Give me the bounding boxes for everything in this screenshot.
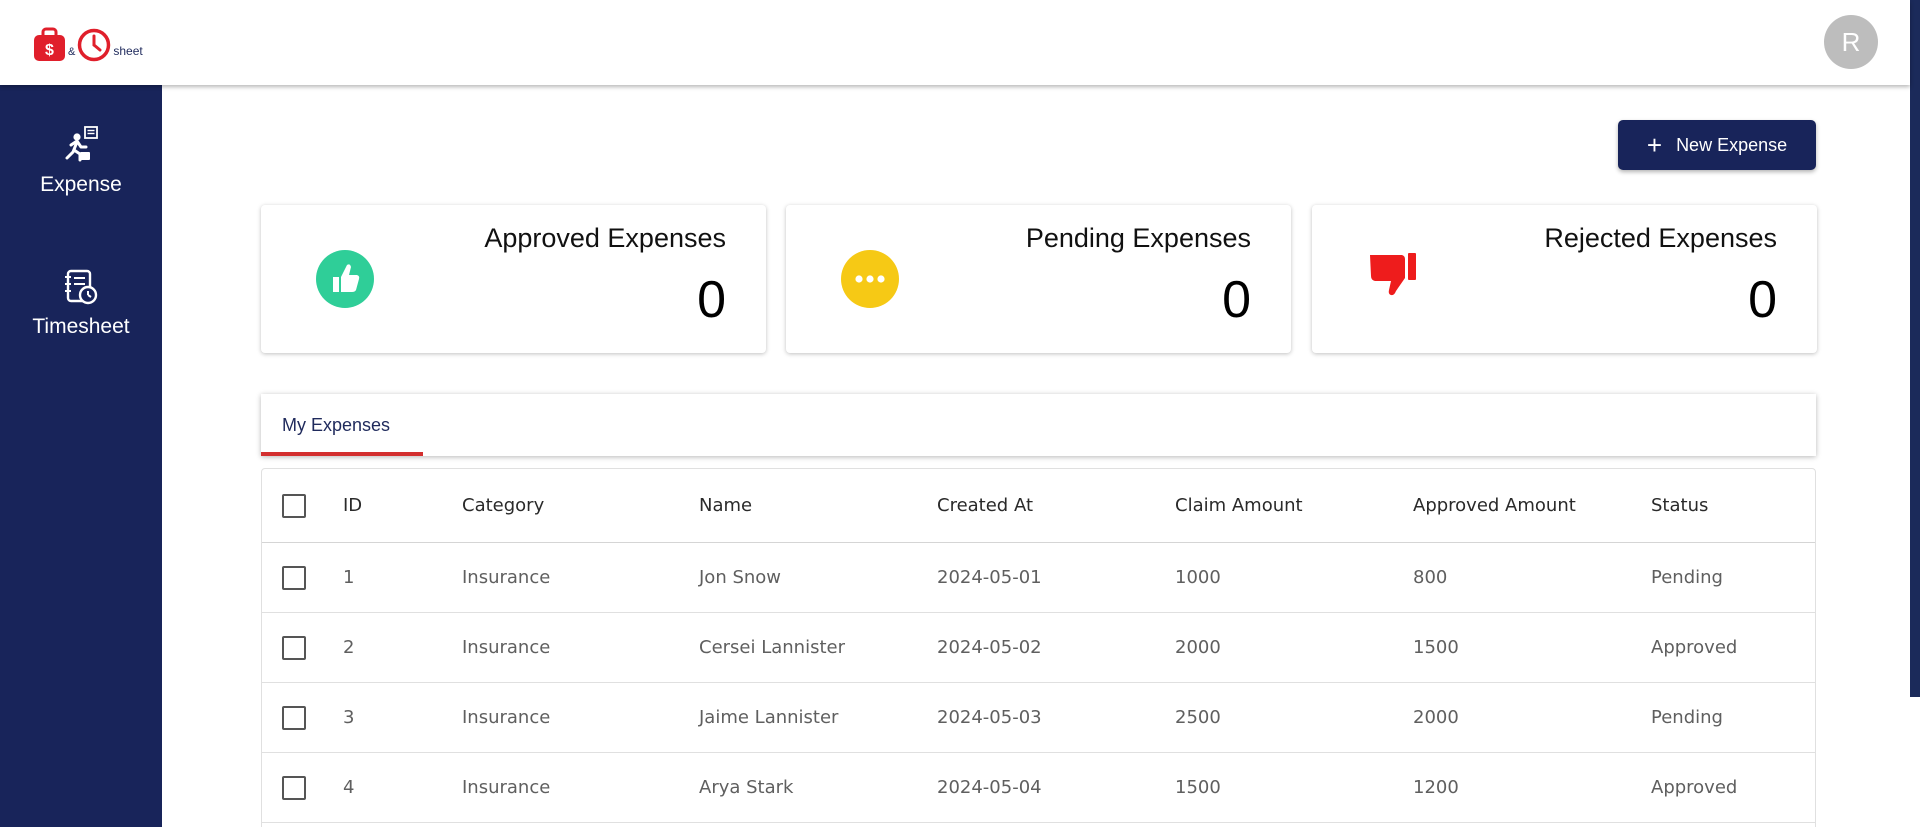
column-header-name[interactable]: Name	[699, 469, 752, 542]
money-bag-icon: $	[34, 27, 65, 61]
cell-claim-amount: 1500	[1175, 777, 1221, 798]
sidebar: Expense Timesheet	[0, 85, 162, 827]
app-header: $ & sheet R	[0, 0, 1910, 85]
pending-count: 0	[1222, 271, 1251, 329]
row-checkbox[interactable]	[282, 635, 306, 660]
svg-text:$: $	[45, 42, 54, 59]
logo-ampersand: &	[68, 46, 76, 58]
new-expense-button[interactable]: + New Expense	[1618, 120, 1816, 170]
cell-status: Pending	[1651, 707, 1723, 728]
sidebar-item-label: Timesheet	[32, 315, 130, 338]
cell-approved-amount: 800	[1413, 567, 1448, 588]
new-expense-label: New Expense	[1676, 134, 1788, 155]
approved-count: 0	[697, 271, 726, 329]
expenses-table: ID Category Name Created At Claim Amount…	[261, 468, 1816, 827]
cell-created-at: 2024-05-01	[937, 567, 1042, 588]
cell-name: Cersei Lannister	[699, 637, 846, 658]
cell-category: Insurance	[462, 567, 551, 588]
app-logo[interactable]: $ & sheet	[33, 22, 143, 62]
column-header-category[interactable]: Category	[462, 469, 544, 542]
cell-category: Insurance	[462, 777, 551, 798]
clock-icon	[78, 28, 111, 62]
table-row[interactable]: 2 Insurance Cersei Lannister 2024-05-02 …	[262, 613, 1815, 683]
rejected-expenses-card[interactable]: Rejected Expenses 0	[1312, 205, 1817, 353]
cell-claim-amount: 1000	[1175, 567, 1221, 588]
row-checkbox[interactable]	[282, 775, 306, 800]
sidebar-item-expense[interactable]: Expense	[0, 125, 162, 197]
approved-card-title: Approved Expenses	[484, 223, 726, 253]
cell-status: Approved	[1651, 637, 1738, 658]
sidebar-item-label: Expense	[40, 173, 122, 196]
cell-created-at: 2024-05-02	[937, 637, 1042, 658]
cell-id: 2	[343, 637, 355, 658]
thumbs-down-icon	[1370, 253, 1416, 296]
cell-id: 3	[343, 707, 355, 728]
user-avatar[interactable]: R	[1824, 15, 1878, 69]
cell-claim-amount: 2000	[1175, 637, 1221, 658]
tab-my-expenses[interactable]: My Expenses	[261, 394, 423, 456]
more-dots-icon	[841, 250, 899, 308]
pending-expenses-card[interactable]: Pending Expenses 0	[786, 205, 1291, 353]
cell-claim-amount: 2500	[1175, 707, 1221, 728]
page-scrollbar[interactable]	[1910, 0, 1920, 697]
table-row[interactable]: 3 Insurance Jaime Lannister 2024-05-03 2…	[262, 683, 1815, 753]
cell-name: Arya Stark	[699, 777, 794, 798]
cell-approved-amount: 2000	[1413, 707, 1459, 728]
active-tab-indicator	[261, 452, 423, 456]
column-header-claim-amount[interactable]: Claim Amount	[1175, 469, 1303, 542]
approved-expenses-card[interactable]: Approved Expenses 0	[261, 205, 766, 353]
cell-status: Pending	[1651, 567, 1723, 588]
pending-card-title: Pending Expenses	[1025, 223, 1251, 253]
cell-category: Insurance	[462, 707, 551, 728]
logo-sheet-text: sheet	[113, 44, 143, 58]
column-header-created-at[interactable]: Created At	[937, 469, 1033, 542]
rejected-card-title: Rejected Expenses	[1544, 223, 1777, 253]
cell-name: Jaime Lannister	[699, 707, 839, 728]
select-all-checkbox[interactable]	[282, 493, 306, 518]
cell-name: Jon Snow	[699, 567, 782, 588]
column-header-id[interactable]: ID	[343, 469, 362, 542]
cell-id: 4	[343, 777, 355, 798]
cell-approved-amount: 1500	[1413, 637, 1459, 658]
table-row[interactable]: 1 Insurance Jon Snow 2024-05-01 1000 800…	[262, 543, 1815, 613]
table-header-row: ID Category Name Created At Claim Amount…	[262, 469, 1815, 543]
sidebar-item-timesheet[interactable]: Timesheet	[0, 267, 162, 339]
timesheet-clock-icon	[65, 269, 98, 305]
cell-status: Approved	[1651, 777, 1738, 798]
plus-icon: +	[1646, 130, 1663, 160]
cell-category: Insurance	[462, 637, 551, 658]
thumbs-up-icon	[316, 250, 374, 308]
row-checkbox[interactable]	[282, 565, 306, 590]
column-header-status[interactable]: Status	[1651, 469, 1708, 542]
cell-id: 1	[343, 567, 355, 588]
table-row[interactable]: 4 Insurance Arya Stark 2024-05-04 1500 1…	[262, 753, 1815, 823]
expense-person-icon	[65, 126, 98, 162]
expense-tabs: My Expenses	[261, 394, 1816, 456]
column-header-approved-amount[interactable]: Approved Amount	[1413, 469, 1576, 542]
rejected-count: 0	[1748, 271, 1777, 329]
cell-approved-amount: 1200	[1413, 777, 1459, 798]
cell-created-at: 2024-05-03	[937, 707, 1042, 728]
row-checkbox[interactable]	[282, 705, 306, 730]
cell-created-at: 2024-05-04	[937, 777, 1042, 798]
